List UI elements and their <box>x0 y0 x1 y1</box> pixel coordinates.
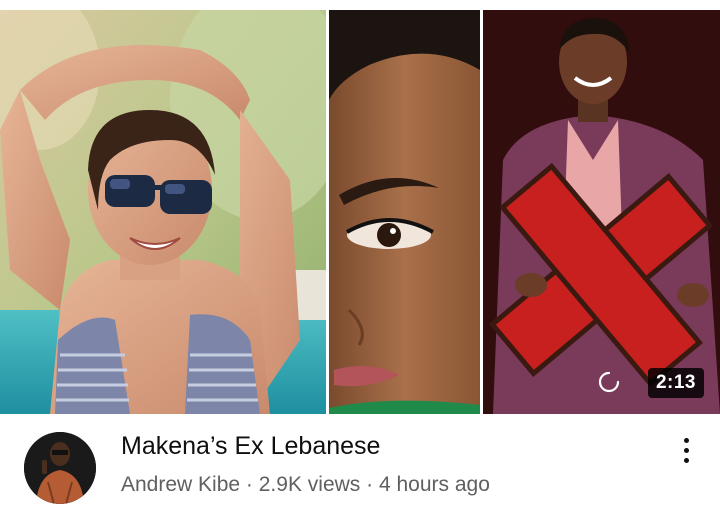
thumbnail-panel-left <box>0 10 326 414</box>
video-title[interactable]: Makena’s Ex Lebanese <box>121 432 380 461</box>
person-red-x-image <box>483 10 720 414</box>
channel-name[interactable]: Andrew Kibe <box>121 473 240 496</box>
woman-sunglasses-image <box>0 10 326 414</box>
thumbnail-panel-middle <box>329 10 480 414</box>
video-meta[interactable]: Makena’s Ex Lebanese Andrew Kibe · 2.9K … <box>0 414 720 505</box>
separator: · <box>240 473 259 496</box>
duration-badge: 2:13 <box>647 368 704 398</box>
separator: · <box>360 473 379 496</box>
thumbnail-panel-right <box>483 10 720 414</box>
avatar-image <box>24 432 96 504</box>
more-vertical-icon[interactable] <box>672 432 700 468</box>
face-closeup-image <box>329 10 480 414</box>
channel-avatar[interactable] <box>24 432 96 504</box>
dot <box>683 447 689 453</box>
upload-age: 4 hours ago <box>378 473 490 496</box>
top-strip <box>0 0 720 10</box>
loading-spinner-icon <box>598 371 620 393</box>
video-thumbnail[interactable]: 2:13 <box>0 0 720 414</box>
video-subtitle: Andrew Kibe · 2.9K views · 4 hours ago <box>121 473 490 497</box>
view-count: 2.9K views <box>258 473 361 496</box>
dot <box>683 457 689 463</box>
dot <box>683 437 689 443</box>
